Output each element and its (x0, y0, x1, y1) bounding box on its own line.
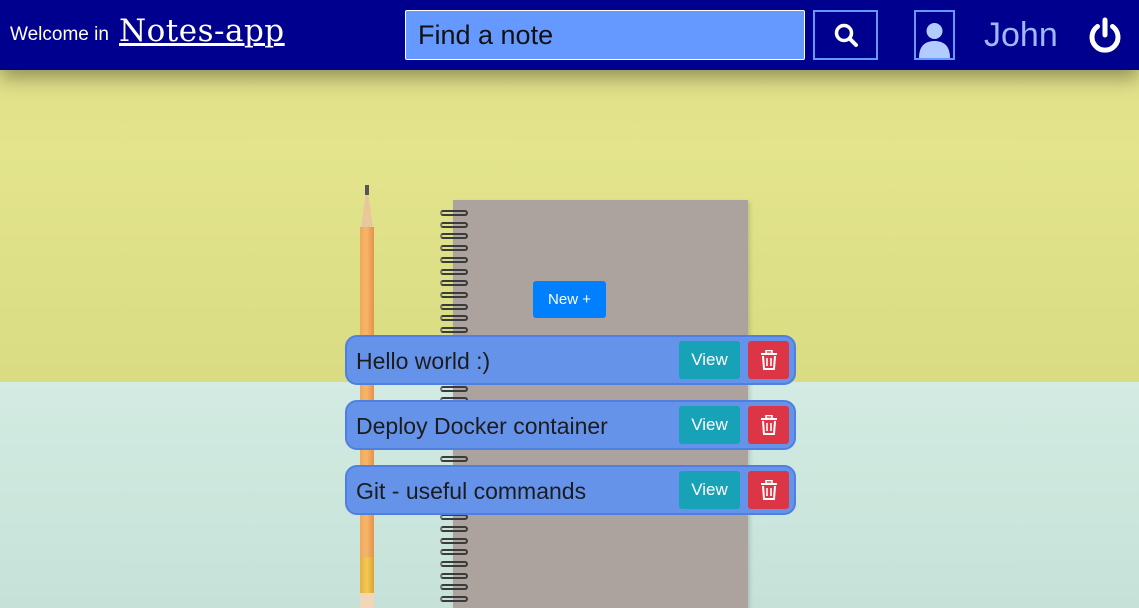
spiral-ring (440, 549, 468, 556)
new-note-button[interactable]: New + (533, 281, 606, 318)
user-avatar-icon (919, 23, 950, 58)
trash-icon (760, 415, 777, 435)
spiral-ring (440, 327, 468, 333)
search-button[interactable] (813, 10, 878, 60)
brand-link[interactable]: Notes-app (119, 13, 285, 49)
power-icon (1089, 17, 1121, 53)
note-title: Deploy Docker container (356, 413, 608, 439)
spiral-ring (440, 596, 468, 603)
spiral-ring (440, 210, 468, 216)
user-avatar[interactable] (914, 10, 955, 60)
view-note-button[interactable]: View (679, 471, 740, 509)
spiral-ring (440, 233, 468, 240)
logout-button[interactable] (1086, 17, 1124, 55)
delete-note-button[interactable] (748, 471, 789, 509)
delete-note-button[interactable] (748, 341, 789, 379)
spiral-ring (440, 256, 468, 263)
spiral-ring (440, 268, 468, 275)
spiral-ring (440, 584, 468, 591)
spiral-ring (440, 561, 468, 567)
spiral-ring (440, 221, 468, 228)
spiral-ring (440, 291, 468, 298)
search-icon (834, 23, 858, 47)
spiral-ring (440, 315, 468, 322)
trash-icon (760, 480, 777, 500)
note-item: Git - useful commands View (345, 465, 796, 515)
note-title: Git - useful commands (356, 478, 587, 504)
note-item: Hello world :) View (345, 335, 796, 385)
trash-icon (760, 350, 777, 370)
search-input[interactable] (405, 10, 805, 60)
spiral-ring (440, 537, 468, 544)
top-navbar: Welcome in Notes-app John (0, 0, 1139, 70)
delete-note-button[interactable] (748, 406, 789, 444)
username: John (984, 16, 1058, 54)
spiral-ring (440, 245, 468, 252)
note-title: Hello world :) (356, 348, 491, 374)
note-item: Deploy Docker container View (345, 400, 796, 450)
spiral-ring (440, 572, 468, 579)
spiral-ring (440, 280, 468, 287)
spiral-ring (440, 303, 468, 310)
notes-list: Hello world :) View Deploy Docker contai… (345, 335, 796, 530)
view-note-button[interactable]: View (679, 341, 740, 379)
view-note-button[interactable]: View (679, 406, 740, 444)
welcome-text: Welcome in (10, 24, 109, 45)
